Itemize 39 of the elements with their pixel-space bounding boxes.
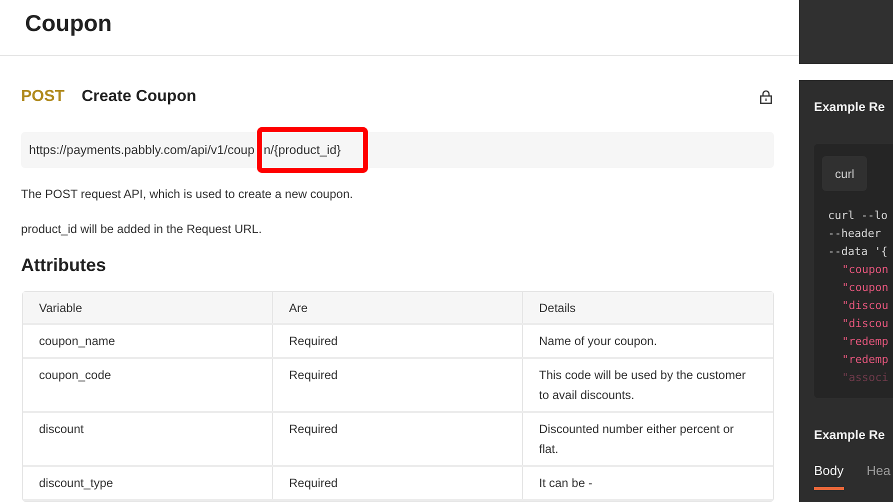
code-line: "discou	[842, 317, 888, 330]
http-method: POST	[21, 87, 65, 107]
code-line: "coupon	[842, 263, 888, 276]
code-line: "associ	[842, 371, 888, 384]
table-cell: Discounted number either percent or flat.	[539, 422, 734, 456]
panel-title: Example Re	[814, 99, 885, 116]
table-cell: coupon_code	[39, 368, 112, 382]
endpoint-url: n/{product_id}	[264, 142, 341, 159]
section-title: Attributes	[21, 254, 107, 277]
page-title: Coupon	[25, 9, 112, 38]
panel-title: Example Re	[814, 427, 885, 444]
table-cell: Name of your coupon.	[539, 334, 658, 348]
description-text: product_id will be added in the Request URL.	[21, 221, 263, 238]
column-header: Variable	[39, 300, 82, 316]
code-line: --data '{	[828, 245, 888, 258]
endpoint-title: Create Coupon	[82, 87, 196, 107]
response-tab[interactable]: Body	[814, 461, 844, 490]
code-line: "discou	[842, 299, 888, 312]
table-cell: discount	[39, 422, 84, 436]
endpoint-url: https://payments.pabbly.com/api/v1/coup	[29, 142, 255, 159]
table-cell: Required	[289, 334, 338, 348]
language-tab[interactable]: curl	[822, 156, 868, 191]
table-cell: Required	[289, 422, 338, 436]
column-header: Are	[289, 300, 308, 316]
table-cell: Required	[289, 368, 338, 382]
table-cell: coupon_name	[39, 334, 116, 348]
code-line: "redemp	[842, 353, 888, 366]
table-cell: It can be -	[539, 476, 592, 490]
code-line: "redemp	[842, 335, 888, 348]
table-cell: This code will be used by the customer to avail discounts.	[539, 368, 746, 402]
table-cell: discount_type	[39, 476, 114, 490]
code-line: curl --lo	[828, 209, 888, 222]
response-tab[interactable]: Hea	[866, 461, 890, 490]
table-cell: Required	[289, 476, 338, 490]
lock-icon	[760, 90, 772, 104]
code-line: "coupon	[842, 281, 888, 294]
column-header: Details	[539, 300, 576, 316]
description-text: The POST request API, which is used to create a new coupon.	[21, 186, 354, 203]
code-line: --header	[828, 227, 881, 240]
